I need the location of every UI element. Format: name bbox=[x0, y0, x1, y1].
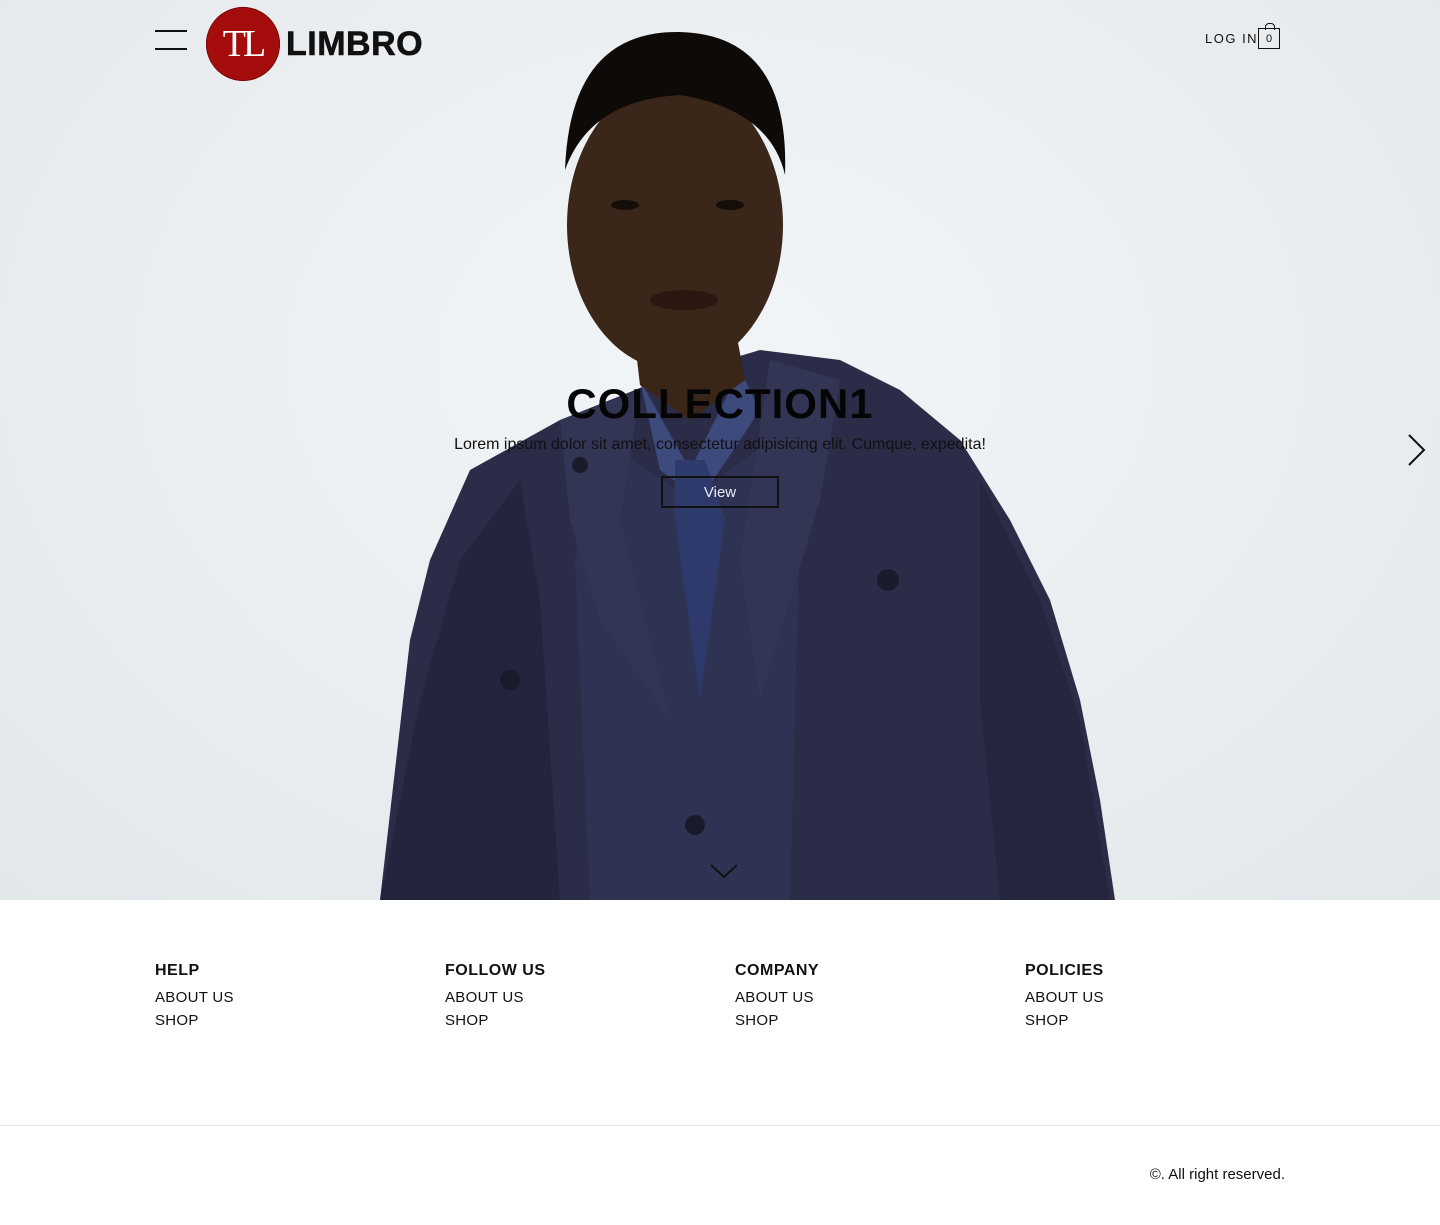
footer-link-about[interactable]: ABOUT US bbox=[445, 986, 545, 1009]
footer-link-about[interactable]: ABOUT US bbox=[155, 986, 234, 1009]
chevron-right-icon[interactable] bbox=[1404, 432, 1428, 468]
footer-heading: COMPANY bbox=[735, 962, 820, 979]
footer-link-about[interactable]: ABOUT US bbox=[735, 986, 819, 1009]
footer-column-follow: FOLLOW US ABOUT US SHOP bbox=[445, 962, 545, 1032]
logo-mark-text: TL bbox=[222, 23, 266, 65]
cart-count: 0 bbox=[1265, 32, 1273, 45]
brand-logo[interactable]: TL LIMBRO bbox=[206, 7, 423, 81]
footer-link-shop[interactable]: SHOP bbox=[735, 1009, 819, 1032]
hero-subtitle: Lorem ipsum dolor sit amet, consectetur … bbox=[454, 436, 986, 453]
footer-link-about[interactable]: ABOUT US bbox=[1025, 986, 1104, 1009]
hero-section: TL LIMBRO LOG IN 0 COLLECTION1 Lorem ips… bbox=[0, 0, 1440, 900]
footer-column-help: HELP ABOUT US SHOP bbox=[155, 962, 234, 1032]
footer-divider bbox=[0, 1125, 1440, 1126]
hero-title: COLLECTION1 bbox=[566, 380, 874, 427]
site-header: TL LIMBRO LOG IN 0 bbox=[0, 0, 1440, 90]
footer-heading: HELP bbox=[155, 962, 200, 979]
logo-wordmark: LIMBRO bbox=[286, 24, 424, 63]
view-button[interactable]: View bbox=[661, 476, 779, 508]
logo-mark: TL bbox=[206, 7, 280, 81]
chevron-down-icon[interactable] bbox=[709, 862, 739, 880]
footer-link-shop[interactable]: SHOP bbox=[445, 1009, 545, 1032]
footer-heading: POLICIES bbox=[1025, 962, 1104, 979]
footer-column-company: COMPANY ABOUT US SHOP bbox=[735, 962, 819, 1032]
menu-icon[interactable] bbox=[155, 28, 187, 52]
copyright-text: ©. All right reserved. bbox=[1149, 1166, 1285, 1183]
footer-link-shop[interactable]: SHOP bbox=[155, 1009, 234, 1032]
footer-heading: FOLLOW US bbox=[445, 962, 546, 979]
login-link[interactable]: LOG IN bbox=[1205, 31, 1258, 46]
footer-link-shop[interactable]: SHOP bbox=[1025, 1009, 1104, 1032]
site-footer: HELP ABOUT US SHOP FOLLOW US ABOUT US SH… bbox=[0, 900, 1440, 1125]
cart-icon[interactable]: 0 bbox=[1258, 23, 1280, 49]
footer-column-policies: POLICIES ABOUT US SHOP bbox=[1025, 962, 1104, 1032]
